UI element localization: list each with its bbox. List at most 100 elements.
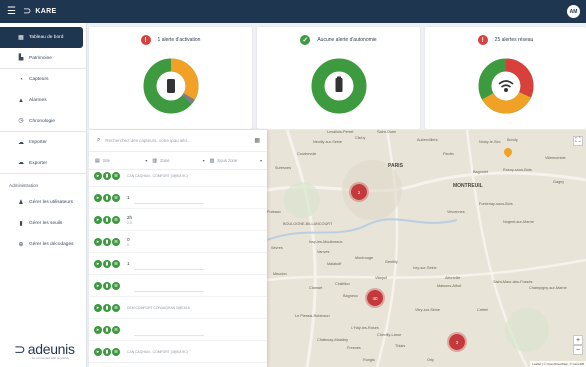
qr-code-icon[interactable]: ▦	[254, 137, 260, 144]
activation-status-icon: ▸	[94, 171, 102, 180]
filter-label: Site	[102, 158, 110, 163]
card-title: 25 alertes réseau	[494, 37, 534, 43]
card-title: 1 alerte d'activation	[157, 37, 201, 43]
site-icon: ▤	[95, 157, 100, 164]
network-status-icon: ≋	[112, 281, 120, 290]
chevron-down-icon: ▾	[202, 158, 205, 163]
subzone-filter[interactable]: ▥ Sous zone ▾	[210, 158, 267, 164]
activation-status-icon: ▸	[94, 303, 102, 312]
search-input[interactable]: Recherchez des capteurs, votre ipau allo…	[105, 138, 190, 143]
sidebar-item-thresholds[interactable]: ▮ Gérer les seuils	[0, 213, 86, 234]
sidebar-item-capteurs[interactable]: ◔ Capteurs	[0, 69, 86, 90]
site-filter[interactable]: ▤ Site ▾	[95, 158, 152, 164]
users-icon: ♟	[18, 199, 24, 206]
sensor-name: 0	[127, 236, 130, 242]
list-item[interactable]: ▸ ▮ ≋	[89, 275, 267, 297]
map-label: Le Plessis-Robinson	[295, 314, 330, 318]
zoom-out-button[interactable]: −	[573, 345, 583, 355]
sidebar-item-dashboard[interactable]: ▦ Tableau de bord	[0, 27, 83, 48]
activation-alerts-card[interactable]: ! 1 alerte d'activation	[89, 27, 252, 129]
map-label: Malakoff	[327, 262, 342, 266]
battery-status-icon: ▮	[103, 215, 111, 224]
list-item[interactable]: ▸ ▮ ≋ DEM COMFORT CONVAQHAN 0@EA16	[89, 297, 267, 319]
map-label: Puteaux	[267, 210, 281, 214]
map-cluster-marker[interactable]: 3	[447, 332, 467, 352]
battery-status-icon: ▮	[103, 237, 111, 246]
network-donut-chart	[478, 58, 533, 114]
adeunis-brand: adeunis	[27, 341, 75, 357]
map-label: Clichy	[355, 136, 366, 140]
list-item[interactable]: ▸ ▮ ≋ CAN CAQHAN - COMFORT (0@EA 9C)	[89, 341, 267, 363]
map-label: Châtillon	[335, 282, 350, 286]
battery-status-icon: ▮	[103, 281, 111, 290]
map-label: Maisons-Alfort	[437, 284, 462, 288]
sidebar-item-importer[interactable]: ☁ Importer	[0, 132, 86, 153]
zone-icon: ▥	[152, 157, 158, 164]
map-label: Gentilly	[385, 260, 398, 264]
zoom-in-button[interactable]: +	[573, 335, 583, 345]
network-status-icon: ≋	[112, 325, 120, 334]
map-label: Orly	[427, 358, 434, 362]
wifi-icon	[497, 80, 514, 92]
map-label: Clamart	[309, 286, 323, 290]
map-label: Suresnes	[275, 166, 292, 170]
sidebar-item-chronologie[interactable]: ◷ Chronologie	[0, 111, 86, 132]
filter-label: Sous zone	[217, 158, 238, 163]
sidebar-item-users[interactable]: ♟ Gérer les utilisateurs	[0, 192, 86, 213]
building-icon: ▙	[18, 55, 24, 61]
user-avatar[interactable]: AM	[567, 5, 580, 18]
battery-status-icon: ▮	[103, 303, 111, 312]
sidebar-item-exporter[interactable]: ☁ Exporter	[0, 153, 86, 174]
cloud-upload-icon: ☁	[18, 139, 24, 146]
network-status-icon: ≋	[112, 259, 120, 268]
map-label: Noisy-le-Sec	[479, 140, 501, 144]
map-cluster-marker[interactable]: 40	[365, 288, 385, 308]
sensor-list-panel: ⌕ Recherchez des capteurs, votre ipau al…	[89, 130, 267, 367]
sensor-type: CAN CAQHAN - COMFORT (0@EA 9C)	[127, 350, 188, 354]
list-item[interactable]: ▸ ▮ ≋ 2h 2.0	[89, 209, 267, 231]
divider	[134, 291, 204, 292]
divider	[134, 269, 204, 270]
sidebar-item-label: Importer	[29, 140, 47, 145]
map-label: Fresnes	[347, 346, 361, 350]
map-label: Villejuif	[375, 276, 387, 280]
battery-status-icon: ▮	[103, 259, 111, 268]
zone-filter[interactable]: ▥ Zone ▾	[152, 158, 209, 164]
sidebar-item-label: Gérer les seuils	[29, 221, 63, 226]
filter-label: Zone	[160, 158, 170, 163]
menu-icon[interactable]: ☰	[7, 6, 17, 17]
battery-status-icon: ▮	[103, 347, 111, 356]
sidebar-item-patrimoine[interactable]: ▙ Patrimoine	[0, 48, 86, 69]
map-label: Nogent-sur-Marne	[503, 220, 534, 224]
map-label: Thiais	[395, 344, 406, 348]
kare-logo-icon: ⊃	[23, 6, 32, 17]
list-item[interactable]: ▸ ▮ ≋	[89, 319, 267, 341]
map-label: Châtenay-Malabry	[317, 338, 349, 342]
sensor-map[interactable]: PARIS MONTREUIL Neuilly-sur-Seine Levall…	[267, 130, 586, 367]
sidebar-item-decoders[interactable]: ⊕ Gérer les décodages	[0, 234, 86, 255]
map-label: Rosny-sous-Bois	[503, 168, 532, 172]
map-label: Aubervilliers	[417, 138, 438, 142]
map-cluster-marker[interactable]: 2	[349, 182, 369, 202]
activation-status-icon: ▸	[94, 259, 102, 268]
divider	[134, 335, 204, 336]
threshold-icon: ▮	[19, 220, 23, 227]
list-item[interactable]: ▸ ▮ ≋ 1	[89, 187, 267, 209]
sidebar-item-alarmes[interactable]: ▲ Alarmes	[0, 90, 86, 111]
sensor-type: DEM COMFORT CONVAQHAN 0@EA16	[127, 306, 190, 310]
list-item[interactable]: ▸ ▮ ≋ 1	[89, 253, 267, 275]
filter-bar: ▤ Site ▾ ▥ Zone ▾ ▥ Sous zone ▾	[89, 152, 267, 170]
alert-icon: !	[477, 35, 488, 45]
list-item[interactable]: ▸ ▮ ≋ 00	[89, 231, 267, 253]
map-attribution[interactable]: Leaflet | © OpenStreetMap, © CartoDB	[530, 361, 586, 367]
list-item[interactable]: ▸ ▮ ≋ CAN CAQHAN - COMFORT (0@EA 9C)	[89, 171, 267, 187]
battery-alerts-card[interactable]: ✓ Aucune alerte d'autonomie	[257, 27, 420, 129]
map-label: Bondy	[507, 138, 518, 142]
sidebar-item-label: Exporter	[29, 160, 48, 166]
network-alerts-card[interactable]: ! 25 alertes réseau	[425, 27, 586, 129]
signal-icon: ◔	[19, 76, 23, 83]
map-label: Saint-Maur-des-Fossés	[493, 280, 533, 284]
sensor-search-bar[interactable]: ⌕ Recherchez des capteurs, votre ipau al…	[89, 130, 267, 152]
fullscreen-icon[interactable]: ⛶	[573, 136, 583, 146]
map-roads	[267, 130, 586, 367]
